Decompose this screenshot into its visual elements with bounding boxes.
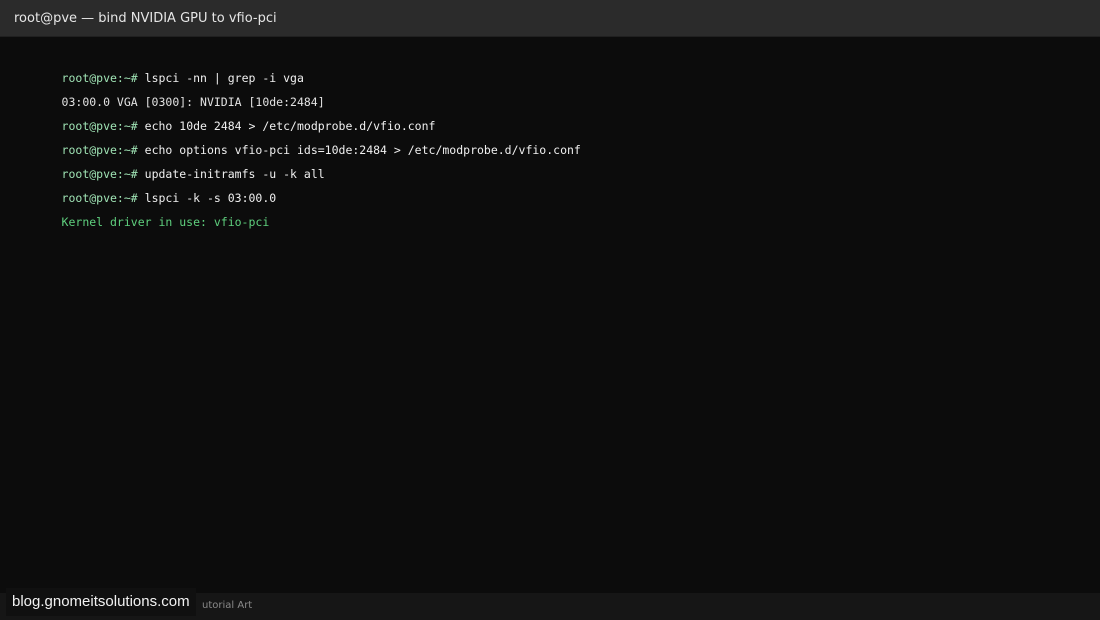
terminal-line: root@pve:~# lspci -nn | grep -i vga xyxy=(20,48,1080,85)
window-title: root@pve — bind NVIDIA GPU to vfio-pci xyxy=(14,11,277,26)
terminal-window: root@pve — bind NVIDIA GPU to vfio-pci r… xyxy=(0,0,1100,620)
command-text: echo options vfio-pci ids=10de:2484 > /e… xyxy=(144,143,581,157)
output-text: 03:00.0 VGA [0300]: NVIDIA [10de:2484] xyxy=(61,95,325,109)
command-text: lspci -k -s 03:00.0 xyxy=(144,191,277,205)
success-output-text: Kernel driver in use: vfio-pci xyxy=(61,215,270,229)
shell-prompt: root@pve:~# xyxy=(61,167,138,181)
terminal-output[interactable]: root@pve:~# lspci -nn | grep -i vga 03:0… xyxy=(20,48,1080,229)
command-text: echo 10de 2484 > /etc/modprobe.d/vfio.co… xyxy=(144,119,436,133)
shell-prompt: root@pve:~# xyxy=(61,71,138,85)
command-text: lspci -nn | grep -i vga xyxy=(144,71,304,85)
watermark: blog.gnomeitsolutions.com xyxy=(6,588,196,616)
command-text: update-initramfs -u -k all xyxy=(144,167,325,181)
footer-caption-text: utorial Art xyxy=(202,600,253,611)
shell-prompt: root@pve:~# xyxy=(61,191,138,205)
shell-prompt: root@pve:~# xyxy=(61,119,138,133)
shell-prompt: root@pve:~# xyxy=(61,143,138,157)
title-bar[interactable]: root@pve — bind NVIDIA GPU to vfio-pci xyxy=(0,0,1100,37)
